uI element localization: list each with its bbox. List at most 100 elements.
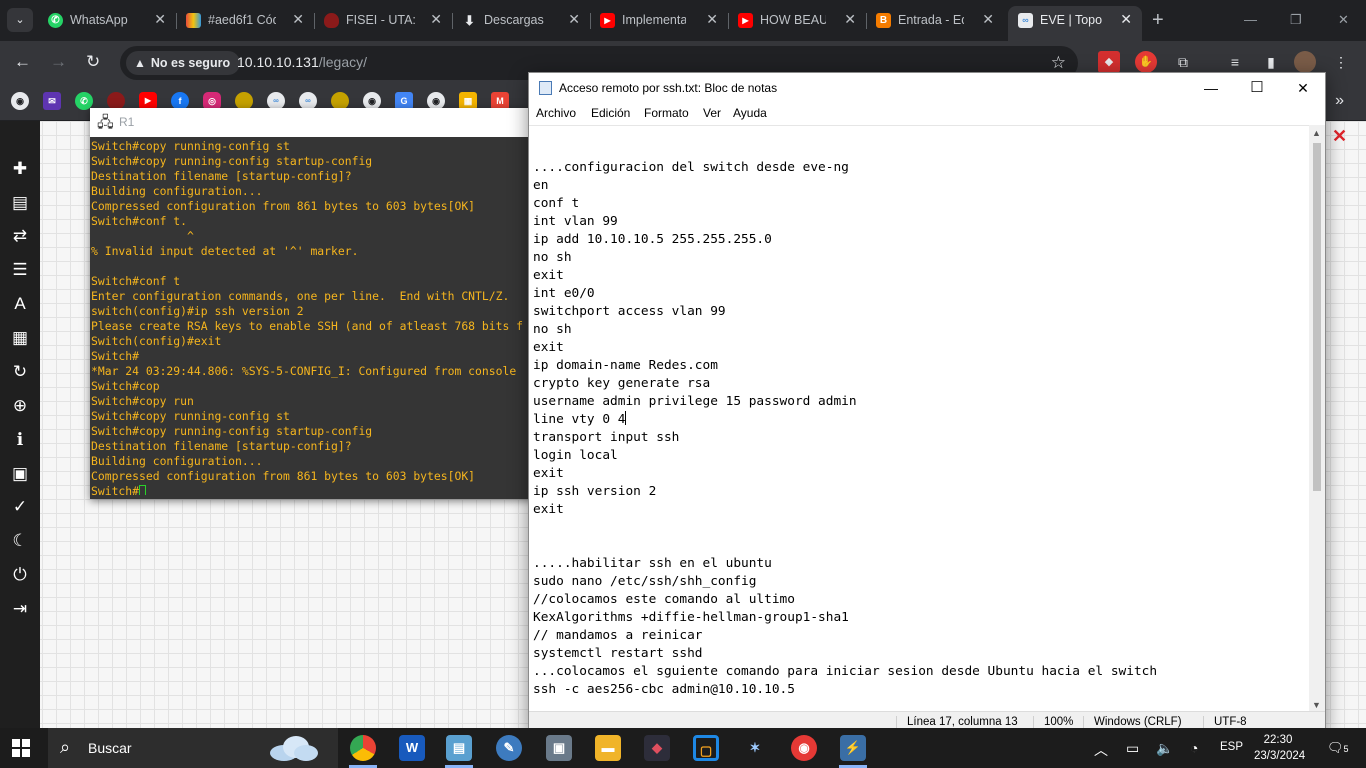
lab-list-icon[interactable]: ▣ [9,463,31,485]
close-window-icon[interactable]: ✕ [1338,12,1349,28]
battery-icon[interactable]: ▭ [1126,740,1139,757]
console-line: Switch#copy running-config startup-confi… [91,154,373,168]
refresh-icon[interactable]: ↻ [9,361,31,383]
dark-mode-icon[interactable]: ☾ [9,530,31,552]
scroll-up-icon[interactable]: ▲ [1312,128,1321,138]
close-icon[interactable]: ✕ [1281,76,1325,100]
extension-icon[interactable]: ◆ [1098,51,1120,73]
console-line: Enter configuration commands, one per li… [91,289,510,303]
tab-whatsapp[interactable]: ✆ WhatsApp ✕ [38,6,177,35]
console-output[interactable]: Switch#copy running-config st Switch#copy… [91,139,531,495]
close-tab-icon[interactable]: ✕ [292,11,304,28]
vertical-scrollbar[interactable]: ▲ ▼ [1309,125,1325,711]
console-window-r1[interactable]: 🖧 R1 Switch#copy running-config st Switch… [90,108,535,499]
close-tab-icon[interactable]: ✕ [706,11,718,28]
browser-app-icon[interactable]: ◉ [791,735,817,761]
paint-icon[interactable]: ✎ [496,735,522,761]
scroll-down-icon[interactable]: ▼ [1312,700,1321,710]
globe-icon[interactable]: ◉ [11,92,29,110]
system-clock[interactable]: 22:30 23/3/2024 [1254,732,1305,764]
volume-icon[interactable]: 🔈 [1156,740,1173,757]
show-hidden-icons[interactable]: ︿ [1094,740,1108,760]
close-tab-icon[interactable]: ✕ [568,11,580,28]
chrome-icon[interactable] [350,735,376,761]
putty-icon[interactable]: ⚡ [840,735,866,761]
restore-icon[interactable]: ❐ [1290,12,1302,28]
forward-icon[interactable]: → [50,53,67,71]
vmware-icon[interactable]: ▢ [693,735,719,761]
mail-icon[interactable]: ✉ [43,92,61,110]
puzzle-icon[interactable]: ⧉ [1172,51,1194,73]
menu-formato[interactable]: Formato [644,106,689,120]
minimize-icon[interactable]: — [1189,76,1233,100]
profile-avatar[interactable] [1294,51,1316,73]
close-tab-icon[interactable]: ✕ [844,11,856,28]
menu-dots-icon[interactable]: ⋮ [1330,51,1352,73]
tab-descargas[interactable]: ⬇ Descargas ✕ [452,6,591,35]
network-topology-icon[interactable]: ✶ [742,735,768,761]
menu-ver[interactable]: Ver [703,106,721,120]
info-icon[interactable]: ℹ [9,429,31,451]
nodes-icon[interactable]: ▤ [9,192,31,214]
tab-eve-topology[interactable]: ∞ EVE | Topolo ✕ [1008,6,1142,41]
notepad-titlebar[interactable]: Acceso remoto por ssh.txt: Bloc de notas… [529,73,1325,103]
scrollbar-thumb[interactable] [1313,143,1321,491]
startup-configs-icon[interactable]: ☰ [9,259,31,281]
text-editor[interactable]: ....configuracion del switch desde eve-n… [529,125,1309,711]
close-tab-icon[interactable]: ✕ [1120,11,1132,28]
start-button[interactable] [12,739,30,757]
reading-list-icon[interactable]: ≡ [1224,51,1246,73]
zoom-icon[interactable]: ⊕ [9,395,31,417]
wifi-icon[interactable]: ◔ [1190,740,1198,756]
word-icon[interactable]: W [399,735,425,761]
side-panel-icon[interactable]: ▮ [1260,51,1282,73]
text-line-content: ....configuracion del switch desde eve-n… [533,160,849,175]
youtube-icon: ▶ [738,13,753,28]
tab-how-beautiful[interactable]: ▶ HOW BEAUT ✕ [728,6,867,35]
text-line: int e0/0 [533,285,1157,303]
text-line-content: ssh -c aes256-cbc admin@10.10.10.5 [533,682,795,697]
tab-fisei-uta[interactable]: FISEI - UTA: C ✕ [314,6,453,35]
text-line-content: exit [533,502,564,517]
notepad-window[interactable]: Acceso remoto por ssh.txt: Bloc de notas… [528,72,1326,732]
photos-icon[interactable]: ▣ [546,735,572,761]
console-line: Switch#conf t [91,274,181,288]
menu-edicion[interactable]: Edición [591,106,630,120]
close-tab-icon[interactable]: ✕ [154,11,166,28]
file-explorer-icon[interactable]: ▬ [595,735,621,761]
notepad-icon[interactable]: ▤ [446,735,472,761]
terminal-app-icon[interactable]: ◆ [644,735,670,761]
grid-icon[interactable]: ▦ [9,327,31,349]
reload-icon[interactable]: ↻ [86,53,100,71]
tab-color-code[interactable]: #aed6f1 Cód ✕ [176,6,315,35]
close-tab-icon[interactable]: ✕ [430,11,442,28]
close-icon[interactable]: ✕ [1332,127,1350,145]
text-line-content: transport input ssh [533,430,680,445]
maximize-icon[interactable]: ☐ [1235,76,1279,100]
adblock-icon[interactable]: ✋ [1135,51,1157,73]
security-chip[interactable]: ▲ No es seguro [126,51,241,75]
add-object-icon[interactable]: ✚ [9,158,31,180]
tab-implementacion[interactable]: ▶ Implementac ✕ [590,6,729,35]
new-tab-button[interactable]: + [1152,10,1164,30]
notification-center-icon[interactable]: 🗨5 [1327,740,1349,756]
logout-icon[interactable]: ⇥ [9,598,31,620]
url-text[interactable]: 10.10.10.131/legacy/ [237,54,367,70]
close-tab-icon[interactable]: ✕ [982,11,994,28]
language-indicator[interactable]: ESP [1220,741,1243,753]
tab-blogger-entrada[interactable]: B Entrada - Edi ✕ [866,6,1004,35]
minimize-icon[interactable]: — [1244,12,1257,27]
power-icon[interactable]: ⏻ [9,564,31,586]
menu-archivo[interactable]: Archivo [536,106,576,120]
status-icon[interactable]: ✓ [9,496,31,518]
menu-ayuda[interactable]: Ayuda [733,106,767,120]
console-titlebar[interactable]: 🖧 R1 [90,108,535,137]
taskbar-search[interactable]: ⌕ Buscar [48,728,338,768]
networks-icon[interactable]: ⇄ [9,225,31,247]
text-line-content: conf t [533,196,580,211]
tab-search-button[interactable]: ⌄ [7,8,33,32]
back-icon[interactable]: ← [14,53,31,71]
text-objects-icon[interactable]: A [9,293,31,315]
bookmark-star-icon[interactable]: ☆ [1051,53,1066,73]
more-bookmarks-icon[interactable]: » [1335,92,1344,110]
